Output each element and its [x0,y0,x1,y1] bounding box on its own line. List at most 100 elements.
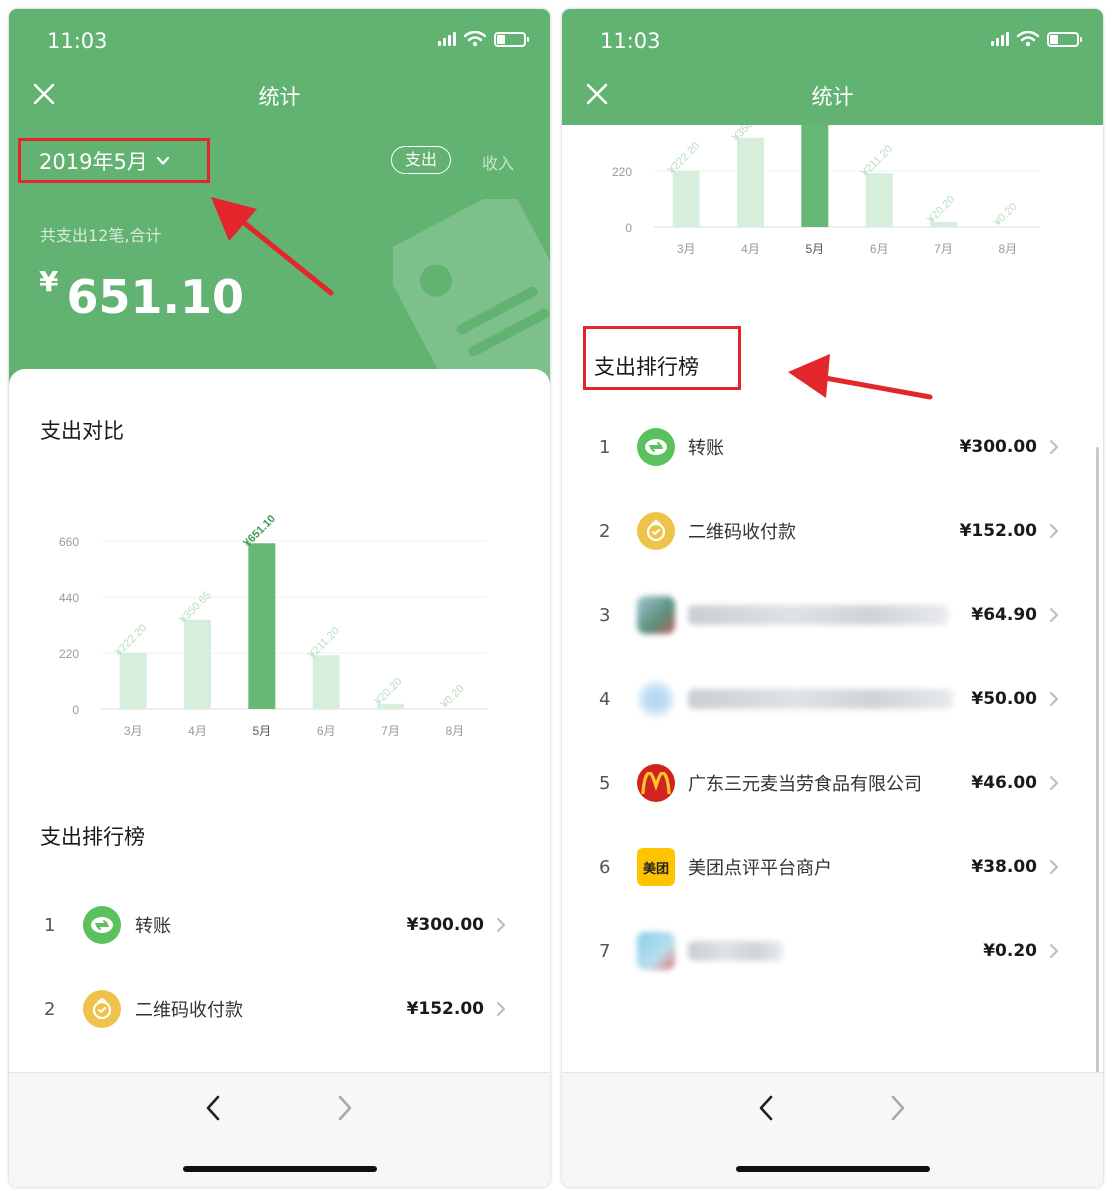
list-item[interactable]: 6 美团 美团点评平台商户 ¥38.00 [562,825,1103,909]
data-label: ¥20.20 [372,676,405,709]
list-item[interactable]: 2 二维码收付款 ¥152.00 [562,489,1103,573]
ranking-title: 支出排行榜 [40,825,145,849]
status-time: 11:03 [600,29,661,53]
data-label: ¥20.20 [925,194,958,227]
summary-label: 共支出12笔,合计 [40,226,162,245]
browser-nav-bar [9,1072,550,1187]
x-tick-label: 3月 [124,724,143,738]
battery-icon [494,31,529,47]
scrollbar[interactable] [1096,447,1099,1081]
y-tick-label: 660 [59,535,79,549]
list-item[interactable]: 7 ¥0.20 [562,909,1103,993]
list-item[interactable]: 4 ¥50.00 [562,657,1103,741]
currency-symbol: ¥ [39,265,59,298]
chevron-right-icon [1050,776,1058,790]
chevron-right-icon [1050,692,1058,706]
y-tick-label: 220 [59,647,79,661]
rank-amount: ¥300.00 [406,915,484,935]
rank-amount: ¥64.90 [971,605,1037,625]
status-time: 11:03 [47,29,108,53]
chart-bar [312,655,340,709]
merchant-name: 转账 [135,916,171,937]
rank-amount: ¥0.20 [983,941,1037,961]
forward-arrow-icon[interactable] [329,1093,359,1123]
annotation-arrow-left [211,197,334,296]
chevron-right-icon [497,1002,505,1016]
list-item[interactable]: 3 ¥64.90 [562,573,1103,657]
x-tick-label: 5月 [252,724,271,738]
meituan-icon: 美团 [637,848,675,886]
phone-screen-left: 11:03 统计 2019年5月 支出 收入 共支出12笔,合计 ¥651.10 [9,9,550,1187]
x-tick-label: 4月 [741,242,760,256]
chevron-right-icon [497,918,505,932]
rank-amount: ¥152.00 [959,521,1037,541]
chart-bar [737,137,764,227]
x-tick-label: 7月 [934,242,953,256]
chevron-right-icon [1050,860,1058,874]
transfer-icon [637,428,675,466]
merchant-name: 二维码收付款 [135,1000,243,1021]
income-toggle[interactable]: 收入 [482,150,514,174]
blurred-merchant-icon [637,932,675,970]
rank-amount: ¥50.00 [971,689,1037,709]
signal-icon [991,32,1009,46]
signal-icon [438,32,456,46]
transfer-icon [83,906,121,944]
forward-arrow-icon[interactable] [882,1093,912,1123]
rank-number: 1 [44,914,56,936]
screenshot-canvas: 11:03 统计 2019年5月 支出 收入 共支出12笔,合计 ¥651.10 [0,0,1112,1191]
rank-number: 1 [599,436,611,458]
rank-number: 2 [44,998,56,1020]
blurred-merchant-icon [637,680,675,718]
x-tick-label: 5月 [805,242,824,256]
list-item[interactable]: 2 二维码收付款 ¥152.00 [9,967,550,1051]
rank-number: 7 [599,940,611,962]
back-arrow-icon[interactable] [199,1093,229,1123]
back-arrow-icon[interactable] [752,1093,782,1123]
list-item[interactable]: 1 转账 ¥300.00 [562,405,1103,489]
y-tick-label: 0 [625,221,632,235]
qr-payment-icon [83,990,121,1028]
wifi-icon [464,31,486,47]
y-tick-label: 220 [612,165,632,179]
x-tick-label: 6月 [317,724,336,738]
wifi-icon [1017,31,1039,47]
chart-bar [119,652,147,709]
mcdonalds-icon [637,764,675,802]
chart-bar [672,170,700,227]
qr-payment-icon [637,512,675,550]
chevron-right-icon [1050,944,1058,958]
rank-number: 5 [599,772,611,794]
annotation-box-month [18,138,210,183]
expense-bar-chart: 02204406603月¥222.204月¥350.655月¥651.106月¥… [59,513,487,738]
merchant-name-blurred [688,941,783,961]
y-tick-label: 440 [59,591,79,605]
x-tick-label: 4月 [188,724,207,738]
data-label: ¥0.20 [438,683,467,712]
chart-bar [184,619,211,709]
chevron-right-icon [1050,608,1058,622]
battery-icon [1047,31,1082,47]
page-title: 统计 [811,85,854,109]
page-title: 统计 [258,85,301,109]
comparison-title: 支出对比 [40,419,124,443]
chart-bar [248,543,276,709]
x-tick-label: 7月 [381,724,400,738]
browser-nav-bar [562,1072,1103,1187]
expense-toggle[interactable]: 支出 [391,146,451,174]
data-label: ¥0.20 [991,201,1020,230]
list-item[interactable]: 1 转账 ¥300.00 [9,883,550,967]
rank-amount: ¥300.00 [959,437,1037,457]
rank-number: 3 [599,604,611,626]
x-tick-label: 3月 [677,242,696,256]
x-tick-label: 8月 [998,242,1017,256]
rank-amount: ¥46.00 [971,773,1037,793]
x-tick-label: 8月 [445,724,464,738]
merchant-name: 美团点评平台商户 [688,858,832,879]
merchant-name-blurred [688,605,948,625]
rank-amount: ¥38.00 [971,857,1037,877]
list-item[interactable]: 5 广东三元麦当劳食品有限公司 ¥46.00 [562,741,1103,825]
merchant-name-blurred [688,689,953,709]
y-tick-label: 0 [72,703,79,717]
chevron-right-icon [1050,440,1058,454]
